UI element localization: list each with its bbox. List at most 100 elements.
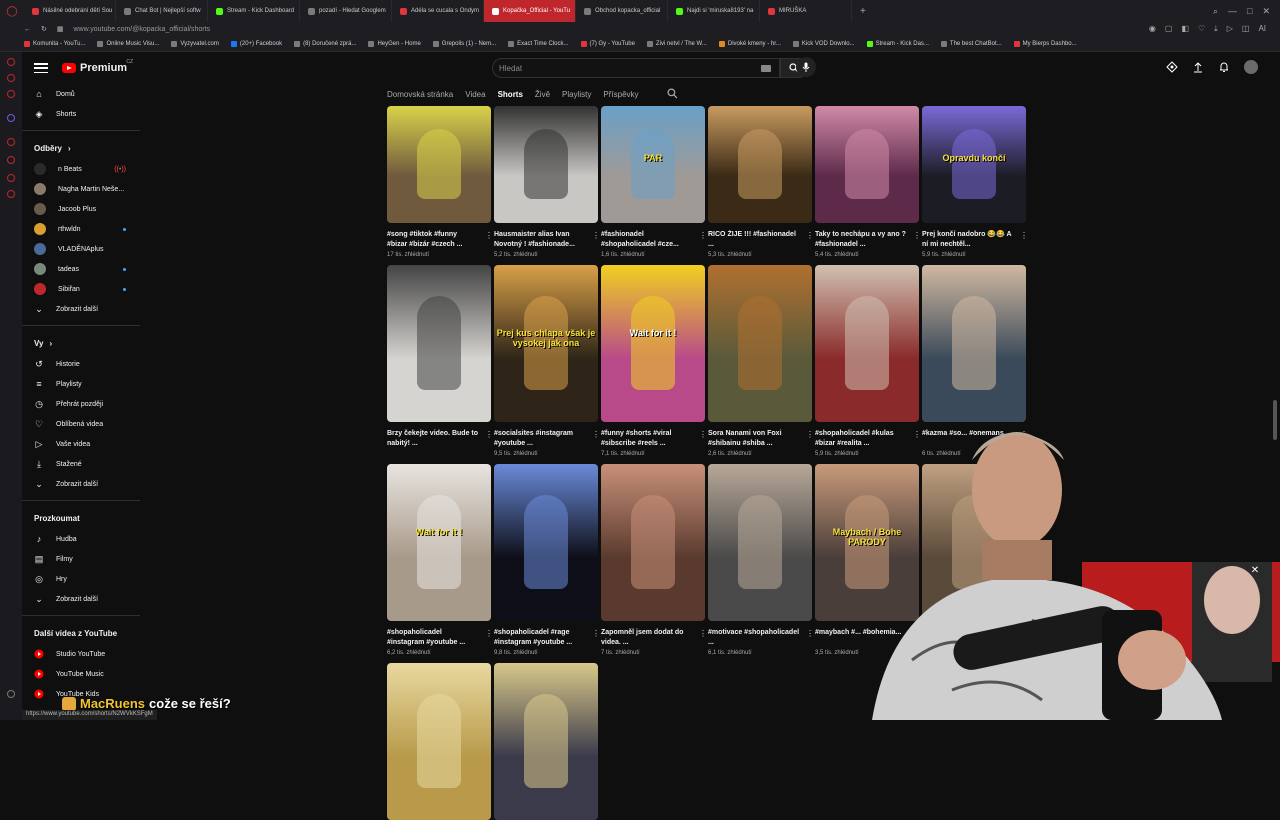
page-scrollbar[interactable] (1273, 400, 1277, 440)
short-thumbnail[interactable] (815, 265, 919, 422)
sidebar-item-filmy[interactable]: ▤ Filmy (22, 549, 140, 569)
more-options-icon[interactable]: ⋮ (806, 430, 814, 439)
short-thumbnail[interactable]: Wait for it ! (601, 265, 705, 422)
tab-snapshot-icon[interactable]: ▢ (1165, 24, 1173, 34)
short-thumbnail[interactable] (708, 106, 812, 223)
tab-p-sp-vky[interactable]: Příspěvky (603, 90, 638, 99)
sidebar-item-va-e-videa[interactable]: ▷ Vaše videa (22, 434, 140, 454)
new-tab-icon[interactable]: + (852, 6, 874, 17)
opera-menu-icon[interactable]: ◯ (0, 6, 24, 17)
close-overlay-icon[interactable]: ✕ (1249, 565, 1261, 577)
short-title[interactable]: #shopaholicadel #rage #instagram #youtub… (494, 628, 586, 648)
grid-icon[interactable]: ▦ (57, 25, 64, 33)
rail-item-icon[interactable] (7, 156, 15, 164)
rail-more-icon[interactable] (7, 690, 15, 698)
browser-tab[interactable]: Násilné odebrání dětí Sou (24, 0, 116, 22)
back-icon[interactable]: ← (24, 26, 31, 33)
short-title[interactable]: #funny #shorts #viral #sibscribe #reels … (601, 429, 693, 449)
subscription-item[interactable]: VLADĚNAplus (22, 239, 140, 259)
short-thumbnail[interactable]: Wait for it ! (387, 464, 491, 621)
short-thumbnail[interactable]: PAR (601, 106, 705, 223)
subscription-item[interactable]: Sibiřan (22, 279, 140, 299)
more-options-icon[interactable]: ⋮ (913, 231, 921, 240)
more-options-icon[interactable]: ⋮ (592, 430, 600, 439)
rail-item-icon[interactable] (7, 174, 15, 182)
bookmark-item[interactable]: (8) Doručené zprá... (294, 40, 356, 47)
wallet-icon[interactable]: ◧ (1181, 24, 1189, 34)
messenger-icon[interactable] (7, 114, 15, 122)
bookmark-item[interactable]: Divoké kmeny - hr... (718, 40, 781, 47)
short-title[interactable]: Taky to nechápu a vy ano ? #fashionadel … (815, 230, 907, 250)
more-options-icon[interactable]: ⋮ (485, 231, 493, 240)
short-thumbnail[interactable]: Prej kus chlapa však je vysokej jak ona (494, 265, 598, 422)
short-title[interactable]: #song #tiktok #funny #bizar #bizár #czec… (387, 230, 479, 250)
bookmark-item[interactable]: Grepolis (1) - Nem... (432, 40, 496, 47)
short-title[interactable]: Brzy čekejte video. Bude to nabitý! ... (387, 429, 479, 449)
short-title[interactable]: Hausmaister alias Ivan Novotný ! #fashio… (494, 230, 586, 250)
bookmark-item[interactable]: Stream - Kick Das... (866, 40, 929, 47)
tab-videa[interactable]: Videa (465, 90, 485, 99)
bookmark-item[interactable]: HeyGen - Home (368, 40, 421, 47)
search-input[interactable]: Hledat (492, 58, 780, 78)
sidebar-item-hudba[interactable]: ♪ Hudba (22, 529, 140, 549)
rail-item-icon[interactable] (7, 190, 15, 198)
upload-icon[interactable] (1192, 61, 1204, 73)
tab-domovsk-str-nka[interactable]: Domovská stránka (387, 90, 453, 99)
reload-icon[interactable]: ↻ (41, 25, 47, 33)
bookmark-item[interactable]: Vyzyvatel.com (171, 40, 219, 47)
rail-item-icon[interactable] (7, 138, 15, 146)
bookmark-item[interactable]: Exact Time Clock... (508, 40, 569, 47)
sidebar-item-historie[interactable]: ↺ Historie (22, 354, 140, 374)
sidebar-item-shorts[interactable]: ◈ Shorts (22, 104, 140, 124)
subscription-item[interactable]: rthwldn (22, 219, 140, 239)
ai-icon[interactable]: AI (1258, 24, 1266, 34)
more-options-icon[interactable]: ⋮ (806, 629, 814, 638)
short-thumbnail[interactable] (494, 663, 598, 820)
more-options-icon[interactable]: ⋮ (485, 629, 493, 638)
browser-tab[interactable]: MIRUŠKA (760, 0, 852, 22)
short-thumbnail[interactable] (387, 265, 491, 422)
minimize-icon[interactable]: — (1228, 6, 1237, 17)
short-thumbnail[interactable] (387, 106, 491, 223)
sidebar-item-hry[interactable]: ◎ Hry (22, 569, 140, 589)
tab-playlisty[interactable]: Playlisty (562, 90, 591, 99)
sidebar-item-dom-[interactable]: ⌂ Domů (22, 84, 140, 104)
subscription-item[interactable]: n Beats ((•)) (22, 159, 140, 179)
browser-tab[interactable]: Adéla se cucala s Ondym (392, 0, 484, 22)
heart-icon[interactable]: ♡ (1198, 24, 1205, 34)
bookmark-item[interactable]: Online Music Visu... (97, 40, 159, 47)
tab--iv-[interactable]: Živě (535, 90, 550, 99)
channel-search-icon[interactable] (667, 88, 678, 99)
bookmark-item[interactable]: (7) Gy - YouTube (580, 40, 635, 47)
bookmark-item[interactable]: My Bierps Dashbo... (1013, 40, 1077, 47)
camera-icon[interactable]: ◉ (1149, 24, 1156, 34)
short-thumbnail[interactable] (815, 106, 919, 223)
short-title[interactable]: #motivace #shopaholicadel ... (708, 628, 800, 648)
short-thumbnail[interactable] (494, 464, 598, 621)
hamburger-menu-icon[interactable] (34, 63, 48, 73)
you-show-more[interactable]: ⌄ Zobrazit další (22, 474, 140, 494)
subscriptions-heading[interactable]: Odběry › (22, 137, 140, 159)
more-options-icon[interactable]: ⋮ (485, 430, 493, 439)
subscription-item[interactable]: Nagha Martin Neše... (22, 179, 140, 199)
short-thumbnail[interactable]: Opravdu končí (922, 106, 1026, 223)
play-icon[interactable]: ▷ (1227, 24, 1233, 34)
bookmark-item[interactable]: The best ChatBot... (940, 40, 1002, 47)
short-title[interactable]: Prej končí nadobro 😂😂 A ní mi nechtěl... (922, 230, 1014, 250)
sidebar-item-obl-ben-videa[interactable]: ♡ Oblíbená videa (22, 414, 140, 434)
short-thumbnail[interactable] (601, 464, 705, 621)
sidebar-item-p-ehr-t-pozd-ji[interactable]: ◷ Přehrát později (22, 394, 140, 414)
more-options-icon[interactable]: ⋮ (699, 629, 707, 638)
subscription-item[interactable]: Jacoob Plus (22, 199, 140, 219)
more-options-icon[interactable]: ⋮ (592, 629, 600, 638)
browser-tab[interactable]: Chat Bot | Nejlepší softw (116, 0, 208, 22)
maximize-icon[interactable]: □ (1247, 6, 1252, 17)
account-avatar[interactable] (1244, 60, 1258, 74)
download-icon[interactable]: ⤓ (1214, 24, 1218, 34)
more-options-icon[interactable]: ⋮ (699, 430, 707, 439)
short-title[interactable]: Zapomněl jsem dodat do videa. ... (601, 628, 693, 648)
sidebar-item-ytmusic[interactable]: YouTube Music (22, 664, 140, 684)
rail-item-icon[interactable] (7, 74, 15, 82)
browser-tab[interactable]: Najdi si 'miruska8193' na (668, 0, 760, 22)
browser-tab[interactable]: Obchod kopacka_official (576, 0, 668, 22)
